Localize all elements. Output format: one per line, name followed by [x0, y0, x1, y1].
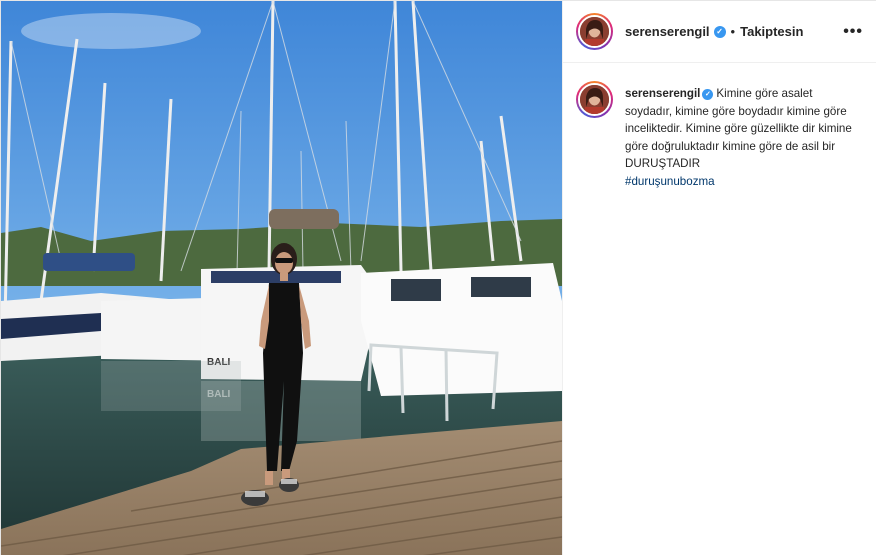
more-options-icon[interactable]: •••	[843, 23, 863, 41]
caption-verified-badge-icon: ✓	[702, 89, 714, 100]
caption-avatar-image	[578, 83, 611, 116]
hashtag-link[interactable]: #duruşunubozma	[625, 173, 861, 191]
caption-username[interactable]: serenserengil	[625, 87, 700, 100]
avatar-image	[578, 15, 611, 48]
avatar[interactable]	[576, 13, 613, 50]
follow-status-button[interactable]: Takiptesin	[740, 24, 803, 39]
caption-avatar[interactable]	[576, 81, 613, 118]
post-sidebar: serenserengil ✓ • Takiptesin ••• serense…	[562, 1, 876, 555]
caption-text-block: serenserengil ✓ Kimine göre asalet soydadı…	[625, 85, 861, 190]
post-header: serenserengil ✓ • Takiptesin •••	[563, 1, 876, 63]
caption-row: serenserengil ✓ Kimine göre asalet soydadı…	[563, 63, 876, 190]
instagram-post: BALI BALI serenserengil ✓ • Takiptesin •…	[0, 0, 876, 555]
verified-badge-icon: ✓	[713, 25, 726, 38]
header-username[interactable]: serenserengil	[625, 24, 710, 39]
post-photo[interactable]: BALI BALI	[1, 1, 562, 555]
separator-dot: •	[730, 24, 736, 39]
